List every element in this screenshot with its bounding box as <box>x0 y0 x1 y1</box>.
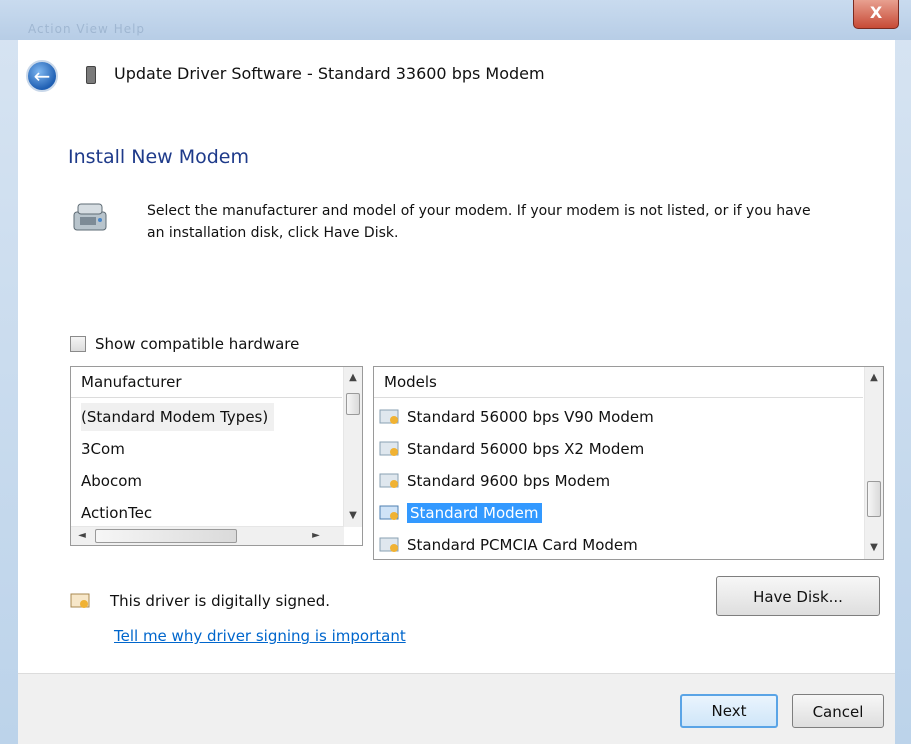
scroll-thumb[interactable] <box>867 481 881 517</box>
section-title: Install New Modem <box>68 146 249 168</box>
scroll-down-arrow-icon[interactable]: ▼ <box>865 539 883 557</box>
hscroll-thumb[interactable] <box>95 529 237 543</box>
certificate-icon <box>70 593 90 608</box>
title-bar[interactable]: Action View Help X <box>0 0 911 40</box>
model-item[interactable]: Standard 56000 bps X2 Modem <box>379 435 644 463</box>
manufacturer-item[interactable]: ActionTec <box>81 499 152 527</box>
scroll-left-arrow-icon[interactable]: ◄ <box>73 527 91 545</box>
scroll-up-arrow-icon[interactable]: ▲ <box>865 369 883 387</box>
model-label: Standard Modem <box>407 503 542 523</box>
signed-text: This driver is digitally signed. <box>110 592 331 610</box>
manufacturer-list[interactable]: Manufacturer (Standard Modem Types) 3Com… <box>70 366 363 546</box>
scroll-down-arrow-icon[interactable]: ▼ <box>344 507 362 525</box>
driver-signing-link[interactable]: Tell me why driver signing is important <box>114 627 406 645</box>
manufacturer-vscroll[interactable]: ▲ ▼ <box>343 367 362 527</box>
model-label: Standard 56000 bps V90 Modem <box>407 408 654 426</box>
dialog-header: ← Update Driver Software - Standard 3360… <box>18 40 895 123</box>
scroll-up-arrow-icon[interactable]: ▲ <box>344 369 362 387</box>
model-label: Standard PCMCIA Card Modem <box>407 536 638 554</box>
manufacturer-header: Manufacturer <box>71 367 342 398</box>
show-compatible-label: Show compatible hardware <box>95 335 300 353</box>
modem-icon <box>73 203 107 231</box>
show-compatible-row[interactable]: Show compatible hardware <box>70 335 299 353</box>
have-disk-button[interactable]: Have Disk... <box>716 576 880 616</box>
certificate-icon <box>379 409 399 424</box>
model-item[interactable]: Standard 9600 bps Modem <box>379 467 610 495</box>
dialog-title: Update Driver Software - Standard 33600 … <box>114 64 545 83</box>
certificate-icon <box>379 473 399 488</box>
next-button[interactable]: Next <box>680 694 778 728</box>
models-header: Models <box>374 367 863 398</box>
back-arrow-icon: ← <box>33 64 51 88</box>
manufacturer-item[interactable]: 3Com <box>81 435 125 463</box>
instructions-text: Select the manufacturer and model of you… <box>147 203 811 241</box>
content-area: Install New Modem Select the manufacture… <box>18 122 895 674</box>
window-icon <box>86 66 96 84</box>
close-button[interactable]: X <box>853 0 899 29</box>
certificate-icon <box>379 537 399 552</box>
models-vscroll[interactable]: ▲ ▼ <box>864 367 883 559</box>
blurred-menu: Action View Help <box>28 22 146 36</box>
show-compatible-checkbox[interactable] <box>70 336 86 352</box>
models-list[interactable]: Models Standard 56000 bps V90 Modem Stan… <box>373 366 884 560</box>
model-item-selected[interactable]: Standard Modem <box>379 499 542 527</box>
certificate-icon <box>379 505 399 520</box>
back-button[interactable]: ← <box>26 60 58 92</box>
signed-row: This driver is digitally signed. <box>70 592 330 610</box>
dialog-footer: Next Cancel <box>18 673 895 744</box>
manufacturer-item[interactable]: Abocom <box>81 467 142 495</box>
scroll-right-arrow-icon[interactable]: ► <box>307 527 325 545</box>
cancel-button[interactable]: Cancel <box>792 694 884 728</box>
model-item[interactable]: Standard 56000 bps V90 Modem <box>379 403 654 431</box>
dialog-window: Action View Help X ← Update Driver Softw… <box>0 0 911 744</box>
model-label: Standard 9600 bps Modem <box>407 472 611 490</box>
model-label: Standard 56000 bps X2 Modem <box>407 440 645 458</box>
scroll-thumb[interactable] <box>346 393 360 415</box>
model-item[interactable]: Standard PCMCIA Card Modem <box>379 531 638 559</box>
manufacturer-item[interactable]: (Standard Modem Types) <box>81 403 275 431</box>
manufacturer-hscroll[interactable]: ◄ ► <box>71 526 344 545</box>
certificate-icon <box>379 441 399 456</box>
close-icon: X <box>869 3 883 22</box>
